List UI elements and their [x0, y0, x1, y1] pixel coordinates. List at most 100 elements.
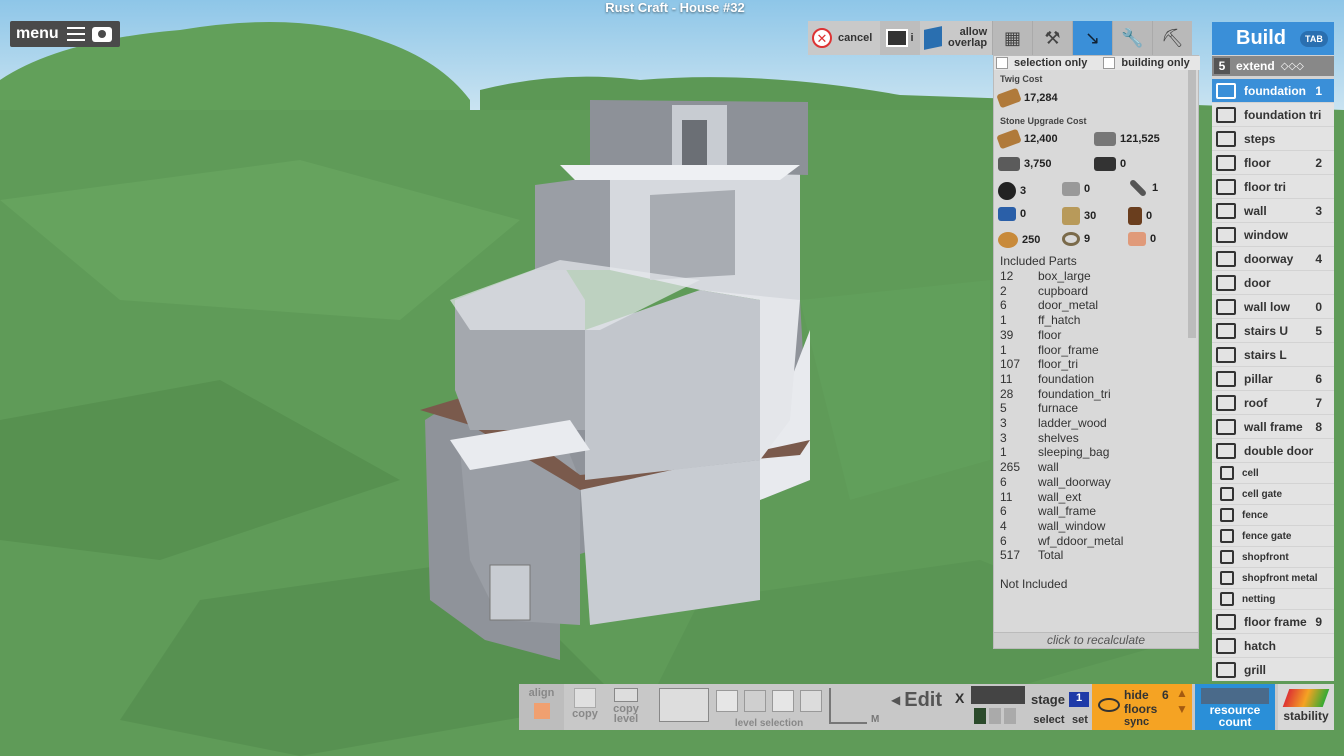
overlap-label: overlap [948, 37, 988, 49]
build-item-doorway[interactable]: doorway 4 [1212, 247, 1334, 270]
part-name: foundation [1038, 371, 1095, 386]
part-name: wall_window [1038, 518, 1106, 533]
part-row: 39 floor [1000, 328, 1061, 342]
tool-pick[interactable]: ⛏ [1152, 21, 1192, 55]
build-item-door[interactable]: door [1212, 271, 1334, 294]
build-item-floor-frame[interactable]: floor frame 9 [1212, 610, 1334, 633]
build-item-label: stairs L [1244, 347, 1287, 362]
level-stack-icon[interactable] [659, 688, 709, 722]
build-item-fence-gate[interactable]: fence gate [1212, 526, 1334, 546]
build-item-icon [1216, 370, 1236, 387]
build-item-floor-tri[interactable]: floor tri [1212, 175, 1334, 198]
build-item-netting[interactable]: netting [1212, 589, 1334, 609]
select-button[interactable]: select [1031, 714, 1067, 726]
view-toggle-button[interactable]: i [880, 21, 920, 55]
level-cube-2[interactable] [744, 690, 766, 712]
stability-button[interactable]: stability [1278, 684, 1334, 730]
build-item-label: doorway [1244, 251, 1294, 266]
build-item-steps[interactable]: steps [1212, 127, 1334, 150]
part-name: foundation_tri [1038, 386, 1111, 401]
build-item-label: floor tri [1244, 179, 1286, 194]
tool-wrench[interactable]: 🔧 [1112, 21, 1152, 55]
build-item-hotkey: 5 [1315, 323, 1322, 338]
build-item-foundation-tri[interactable]: foundation tri [1212, 103, 1334, 126]
extend-row[interactable]: 5 extend ◇◇◇ [1212, 56, 1334, 76]
build-item-fence[interactable]: fence [1212, 505, 1334, 525]
build-item-label: foundation tri [1244, 107, 1322, 122]
build-item-cell[interactable]: cell [1212, 463, 1334, 483]
part-row: 28 foundation_tri [1000, 387, 1111, 401]
arrow-down-icon[interactable]: ▼ [1176, 702, 1188, 716]
tool-select[interactable]: ↘ [1072, 21, 1112, 55]
build-item-grill[interactable]: grill [1212, 658, 1334, 681]
part-count: 107 [1000, 357, 1021, 372]
recalculate-button[interactable]: click to recalculate [994, 632, 1198, 648]
camera-icon[interactable] [91, 26, 112, 42]
build-item-label: wall frame [1244, 419, 1303, 434]
tool-hammer[interactable]: ⚒ [1032, 21, 1072, 55]
lock-icons[interactable] [974, 708, 1024, 726]
cost-pipe: 1 [1152, 182, 1159, 194]
measure-icon[interactable] [829, 688, 867, 724]
part-count: 6 [1000, 533, 1007, 548]
hide-floors-button[interactable]: hide 6 floors sync ▲ ▼ [1092, 684, 1192, 730]
allow-overlap-button[interactable]: allow overlap [920, 21, 992, 55]
level-cube-1[interactable] [716, 690, 738, 712]
build-item-roof[interactable]: roof 7 [1212, 391, 1334, 414]
stage-number[interactable]: 1 [1069, 692, 1089, 707]
part-name: sleeping_bag [1038, 445, 1110, 460]
selection-only-checkbox[interactable]: selection only [996, 57, 1087, 69]
build-item-icon [1216, 394, 1236, 411]
pipe-icon [1128, 178, 1148, 198]
build-item-icon [1216, 442, 1236, 459]
resource-count-button[interactable]: resource count [1195, 684, 1275, 730]
menu-button[interactable]: menu [10, 21, 120, 47]
extend-count: 5 [1214, 58, 1230, 74]
build-item-window[interactable]: window [1212, 223, 1334, 246]
build-item-hotkey: 2 [1315, 155, 1322, 170]
build-item-stairs-U[interactable]: stairs U 5 [1212, 319, 1334, 342]
build-item-stairs-L[interactable]: stairs L [1212, 343, 1334, 366]
build-item-icon [1216, 418, 1236, 435]
part-name: ff_hatch [1038, 313, 1081, 328]
build-header: Build TAB [1212, 22, 1334, 55]
build-item-wall-low[interactable]: wall low 0 [1212, 295, 1334, 318]
build-item-floor[interactable]: floor 2 [1212, 151, 1334, 174]
level-cube-4[interactable] [800, 690, 822, 712]
build-item-foundation[interactable]: foundation 1 [1212, 79, 1334, 102]
build-item-shopfront-metal[interactable]: shopfront metal [1212, 568, 1334, 588]
set-button[interactable]: set [1069, 714, 1091, 726]
building-only-checkbox[interactable]: building only [1103, 57, 1190, 69]
build-item-wall-frame[interactable]: wall frame 8 [1212, 415, 1334, 438]
part-count: 265 [1000, 460, 1021, 475]
build-item-label: roof [1244, 395, 1268, 410]
scrollbar[interactable] [1188, 70, 1196, 338]
build-item-icon [1216, 130, 1236, 147]
build-item-icon [1216, 226, 1236, 243]
build-item-double-door[interactable]: double door [1212, 439, 1334, 462]
stage-selector-box[interactable] [971, 686, 1025, 704]
build-item-shopfront[interactable]: shopfront [1212, 547, 1334, 567]
copy-level-button[interactable]: copy level [606, 684, 646, 730]
align-button[interactable]: align [519, 684, 564, 730]
menu-label: menu [16, 25, 59, 42]
build-item-icon [1216, 250, 1236, 267]
build-item-hatch[interactable]: hatch [1212, 634, 1334, 657]
tool-building-plan[interactable]: ▦ [992, 21, 1032, 55]
build-item-hotkey: 0 [1315, 299, 1322, 314]
build-item-cell-gate[interactable]: cell gate [1212, 484, 1334, 504]
sync-label[interactable]: sync [1124, 716, 1149, 728]
close-edit-button[interactable]: X [955, 690, 964, 706]
resource-label-2: count [1218, 715, 1252, 729]
build-item-wall[interactable]: wall 3 [1212, 199, 1334, 222]
cancel-delete-button[interactable]: ✕ cancel [808, 21, 880, 55]
hammer-icon: ⚒ [1044, 27, 1061, 48]
build-item-label: wall [1244, 203, 1267, 218]
build-item-label: shopfront metal [1242, 572, 1318, 584]
copy-button[interactable]: copy [566, 684, 604, 730]
level-cube-3[interactable] [772, 690, 794, 712]
align-label: align [528, 687, 555, 699]
arrow-up-icon[interactable]: ▲ [1176, 686, 1188, 700]
edit-button[interactable]: ◀ Edit [891, 688, 951, 712]
build-item-pillar[interactable]: pillar 6 [1212, 367, 1334, 390]
